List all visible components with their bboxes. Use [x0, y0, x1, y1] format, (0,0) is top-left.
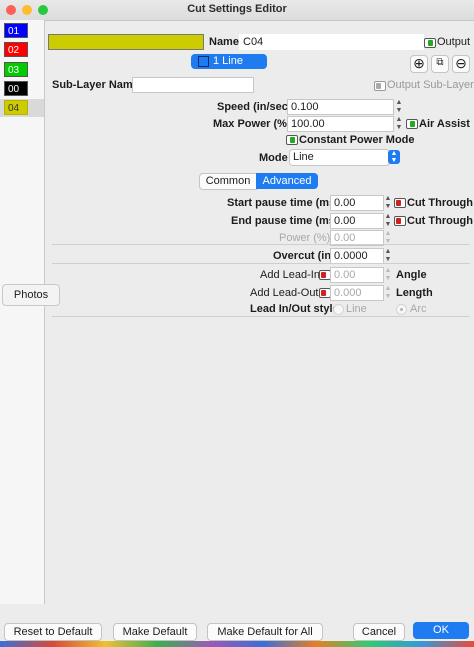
sub-layer-name-label: Sub-Layer Name — [52, 79, 139, 91]
lead-style-label: Lead In/Out style — [250, 303, 339, 315]
end-pause-stepper[interactable]: ▲ ▼ — [384, 213, 392, 229]
air-assist-label: Air Assist — [419, 118, 470, 130]
lead-style-arc-radio[interactable] — [396, 304, 407, 315]
lead-in-angle-label: Angle — [396, 269, 427, 281]
add-sublayer-button[interactable]: ⊕ — [410, 55, 428, 73]
name-field[interactable]: C04 — [239, 34, 424, 50]
output-label: Output — [437, 36, 471, 48]
dock-strip — [0, 641, 474, 647]
layer-color-swatch[interactable] — [48, 34, 204, 50]
air-assist-toggle[interactable] — [406, 119, 418, 129]
add-icon: ⊕ — [413, 55, 425, 71]
divider — [52, 316, 470, 317]
max-power-field[interactable]: 100.00 — [287, 116, 394, 132]
lead-in-label: Add Lead-In — [260, 269, 320, 281]
speed-stepper[interactable]: ▲ ▼ — [395, 99, 403, 115]
copy-sublayer-button[interactable]: ⧉ — [431, 55, 449, 73]
speed-label: Speed (in/sec) — [217, 101, 292, 113]
tab-advanced[interactable]: Advanced — [256, 173, 318, 189]
divider — [52, 244, 470, 245]
layer-item-01[interactable]: 01 — [4, 23, 28, 38]
constant-power-toggle[interactable] — [286, 135, 298, 145]
start-pause-stepper[interactable]: ▲ ▼ — [384, 195, 392, 211]
sub-layer-name-field[interactable] — [132, 77, 254, 93]
end-cut-through-label: Cut Through — [407, 215, 473, 227]
power-label: Power (%) — [279, 232, 331, 244]
lead-out-length-label: Length — [396, 287, 433, 299]
sub-layer-tab-label: 1 Line — [213, 55, 243, 67]
end-cut-through-toggle[interactable] — [394, 216, 406, 226]
cancel-button[interactable]: Cancel — [353, 623, 405, 641]
divider — [52, 263, 470, 264]
output-sub-layer-toggle[interactable] — [374, 81, 386, 91]
make-default-for-all-button[interactable]: Make Default for All — [207, 623, 323, 641]
lead-in-stepper[interactable]: ▲ ▼ — [384, 267, 392, 283]
layer-item-02[interactable]: 02 — [4, 42, 28, 57]
constant-power-label: Constant Power Mode — [299, 134, 415, 146]
lead-out-stepper[interactable]: ▲ ▼ — [384, 285, 392, 301]
tab-common[interactable]: Common — [199, 173, 257, 190]
mode-label: Mode — [259, 152, 288, 164]
make-default-button[interactable]: Make Default — [113, 623, 197, 641]
overcut-stepper[interactable]: ▲ ▼ — [384, 248, 392, 264]
window-title: Cut Settings Editor — [187, 3, 287, 15]
end-pause-field[interactable]: 0.00 — [330, 213, 384, 229]
ok-button[interactable]: OK — [413, 622, 469, 639]
start-pause-field[interactable]: 0.00 — [330, 195, 384, 211]
output-sub-layer-label: Output Sub-Layer — [387, 79, 474, 91]
reset-to-default-button[interactable]: Reset to Default — [4, 623, 102, 641]
name-label: Name — [209, 36, 239, 48]
layer-item-03[interactable]: 03 — [4, 62, 28, 77]
layer-item-00[interactable]: 00 — [4, 81, 28, 96]
output-toggle[interactable] — [424, 38, 436, 48]
lead-style-line-label: Line — [346, 303, 367, 315]
max-power-label: Max Power (%) — [213, 118, 291, 130]
overcut-field[interactable]: 0.0000 — [330, 248, 384, 264]
speed-field[interactable]: 0.100 — [287, 99, 394, 115]
remove-sublayer-button[interactable]: ⊖ — [452, 55, 470, 73]
remove-icon: ⊖ — [455, 55, 467, 71]
layer-item-04[interactable]: 04 — [4, 100, 28, 115]
overcut-label: Overcut (in) — [273, 250, 335, 262]
mode-select[interactable]: Line — [289, 149, 390, 166]
start-cut-through-toggle[interactable] — [394, 198, 406, 208]
photos-button[interactable]: Photos — [2, 284, 60, 306]
mode-select-chevron-icon[interactable]: ▲ ▼ — [388, 150, 400, 164]
end-pause-label: End pause time (ms) — [231, 215, 339, 227]
lead-in-field[interactable]: 0.00 — [330, 267, 384, 283]
start-pause-label: Start pause time (ms) — [227, 197, 339, 209]
copy-icon: ⧉ — [436, 57, 444, 68]
lead-out-field[interactable]: 0.000 — [330, 285, 384, 301]
sub-layer-tab[interactable]: 1 Line — [191, 54, 267, 69]
lead-style-arc-label: Arc — [410, 303, 427, 315]
start-cut-through-label: Cut Through — [407, 197, 473, 209]
lead-style-line-radio[interactable] — [333, 304, 344, 315]
max-power-stepper[interactable]: ▲ ▼ — [395, 116, 403, 132]
lead-out-label: Add Lead-Out — [250, 287, 319, 299]
sub-layer-color-icon — [198, 56, 209, 67]
